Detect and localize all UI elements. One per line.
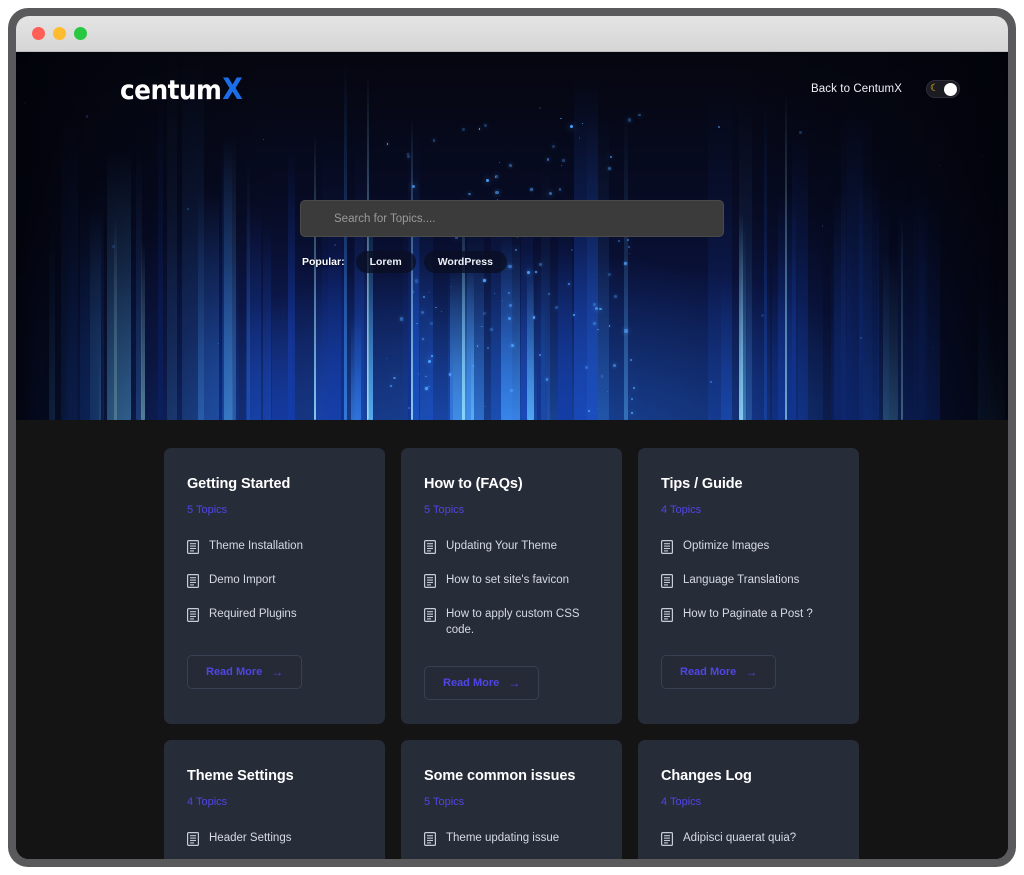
theme-toggle-switch[interactable]: ☾: [926, 80, 960, 98]
document-icon: [661, 832, 673, 851]
topic-list: Adipisci quaerat quia?Recusandae sapien …: [661, 831, 836, 859]
hero-banner: centumX Back to CentumX ☾: [16, 52, 1008, 420]
read-more-button[interactable]: Read More →: [661, 655, 776, 689]
browser-window: centumX Back to CentumX ☾: [16, 16, 1008, 859]
card-title: Tips / Guide: [661, 476, 836, 492]
read-more-label: Read More: [443, 677, 499, 689]
document-icon: [187, 574, 199, 593]
topic-card: Theme Settings 4 Topics Header SettingsFoo…: [164, 740, 385, 859]
minimize-window-button[interactable]: [53, 27, 66, 40]
back-to-centumx-link[interactable]: Back to CentumX: [811, 83, 902, 95]
document-icon: [187, 540, 199, 559]
moon-icon: ☾: [930, 84, 939, 94]
topic-link[interactable]: Theme Installation: [209, 539, 303, 555]
document-icon: [661, 574, 673, 593]
topic-list: Header SettingsFooter SettingsLabore sce…: [187, 831, 362, 859]
document-icon: [424, 574, 436, 593]
topic-link[interactable]: How to apply custom CSS code.: [446, 607, 599, 638]
read-more-button[interactable]: Read More →: [424, 666, 539, 700]
browser-titlebar: [16, 16, 1008, 52]
read-more-label: Read More: [680, 666, 736, 678]
card-title: Getting Started: [187, 476, 362, 492]
topic-link[interactable]: Header Settings: [209, 831, 291, 847]
document-icon: [187, 608, 199, 627]
popular-tags-row: Popular: Lorem WordPress: [300, 251, 724, 273]
topic-list-item[interactable]: Updating Your Theme: [424, 539, 599, 559]
document-icon: [661, 608, 673, 627]
topic-list-item[interactable]: Language Translations: [661, 573, 836, 593]
card-topic-count: 4 Topics: [187, 796, 362, 808]
topic-list: Theme updating issueYour theme (Gullu) c…: [424, 831, 599, 859]
search-box[interactable]: [300, 200, 724, 237]
popular-tag-lorem[interactable]: Lorem: [356, 251, 416, 273]
topic-link[interactable]: How to set site's favicon: [446, 573, 569, 589]
card-topic-count: 4 Topics: [661, 796, 836, 808]
hero-nav-right: Back to CentumX ☾: [811, 80, 960, 98]
topic-list-item[interactable]: How to apply custom CSS code.: [424, 607, 599, 638]
topic-cards-section: Getting Started 5 Topics Theme Installatio…: [16, 420, 1008, 859]
topic-list-item[interactable]: Optimize Images: [661, 539, 836, 559]
topic-list: Theme Installation Demo Import Required Pl…: [187, 539, 362, 627]
maximize-window-button[interactable]: [74, 27, 87, 40]
card-title: Some common issues: [424, 768, 599, 784]
search-input[interactable]: [334, 213, 709, 225]
toggle-knob: [944, 83, 957, 96]
arrow-right-icon: →: [508, 676, 520, 690]
topic-list-item[interactable]: Theme updating issue: [424, 831, 599, 851]
site-logo[interactable]: centumX: [120, 72, 242, 106]
topic-card: Getting Started 5 Topics Theme Installatio…: [164, 448, 385, 724]
hero-navbar: centumX Back to CentumX ☾: [16, 52, 1008, 126]
document-icon: [424, 540, 436, 559]
document-icon: [187, 832, 199, 851]
page-viewport: centumX Back to CentumX ☾: [16, 52, 1008, 859]
card-title: Theme Settings: [187, 768, 362, 784]
card-title: How to (FAQs): [424, 476, 599, 492]
card-title: Changes Log: [661, 768, 836, 784]
topic-list-item[interactable]: Theme Installation: [187, 539, 362, 559]
topic-link[interactable]: Updating Your Theme: [446, 539, 557, 555]
close-window-button[interactable]: [32, 27, 45, 40]
read-more-button[interactable]: Read More →: [187, 655, 302, 689]
popular-label: Popular:: [302, 256, 345, 268]
card-topic-count: 5 Topics: [187, 504, 362, 516]
document-icon: [424, 832, 436, 851]
topic-link[interactable]: Demo Import: [209, 573, 275, 589]
topic-link[interactable]: Theme updating issue: [446, 831, 559, 847]
logo-x-mark: X: [222, 72, 242, 106]
topic-list: Optimize Images Language Translations How …: [661, 539, 836, 627]
topic-link[interactable]: How to Paginate a Post ?: [683, 607, 813, 623]
browser-window-frame: centumX Back to CentumX ☾: [8, 8, 1016, 867]
topic-cards-grid: Getting Started 5 Topics Theme Installatio…: [164, 448, 860, 859]
arrow-right-icon: →: [271, 665, 283, 679]
topic-list-item[interactable]: Header Settings: [187, 831, 362, 851]
card-topic-count: 5 Topics: [424, 504, 599, 516]
topic-link[interactable]: Adipisci quaerat quia?: [683, 831, 796, 847]
topic-link[interactable]: Optimize Images: [683, 539, 769, 555]
topic-list-item[interactable]: Required Plugins: [187, 607, 362, 627]
hero-search-area: Popular: Lorem WordPress: [300, 200, 724, 273]
topic-list-item[interactable]: How to Paginate a Post ?: [661, 607, 836, 627]
topic-list-item[interactable]: Demo Import: [187, 573, 362, 593]
card-topic-count: 4 Topics: [661, 504, 836, 516]
topic-link[interactable]: Required Plugins: [209, 607, 297, 623]
topic-list-item[interactable]: Adipisci quaerat quia?: [661, 831, 836, 851]
document-icon: [661, 540, 673, 559]
read-more-label: Read More: [206, 666, 262, 678]
card-topic-count: 5 Topics: [424, 796, 599, 808]
topic-card: Some common issues 5 Topics Theme updating…: [401, 740, 622, 859]
topic-card: Changes Log 4 Topics Adipisci quaerat quia…: [638, 740, 859, 859]
document-icon: [424, 608, 436, 627]
popular-tag-wordpress[interactable]: WordPress: [424, 251, 507, 273]
arrow-right-icon: →: [745, 665, 757, 679]
topic-list: Updating Your Theme How to set site's fav…: [424, 539, 599, 638]
topic-link[interactable]: Language Translations: [683, 573, 799, 589]
topic-list-item[interactable]: How to set site's favicon: [424, 573, 599, 593]
topic-card: Tips / Guide 4 Topics Optimize Images Langu…: [638, 448, 859, 724]
logo-text: centum: [120, 75, 221, 106]
topic-card: How to (FAQs) 5 Topics Updating Your Theme…: [401, 448, 622, 724]
